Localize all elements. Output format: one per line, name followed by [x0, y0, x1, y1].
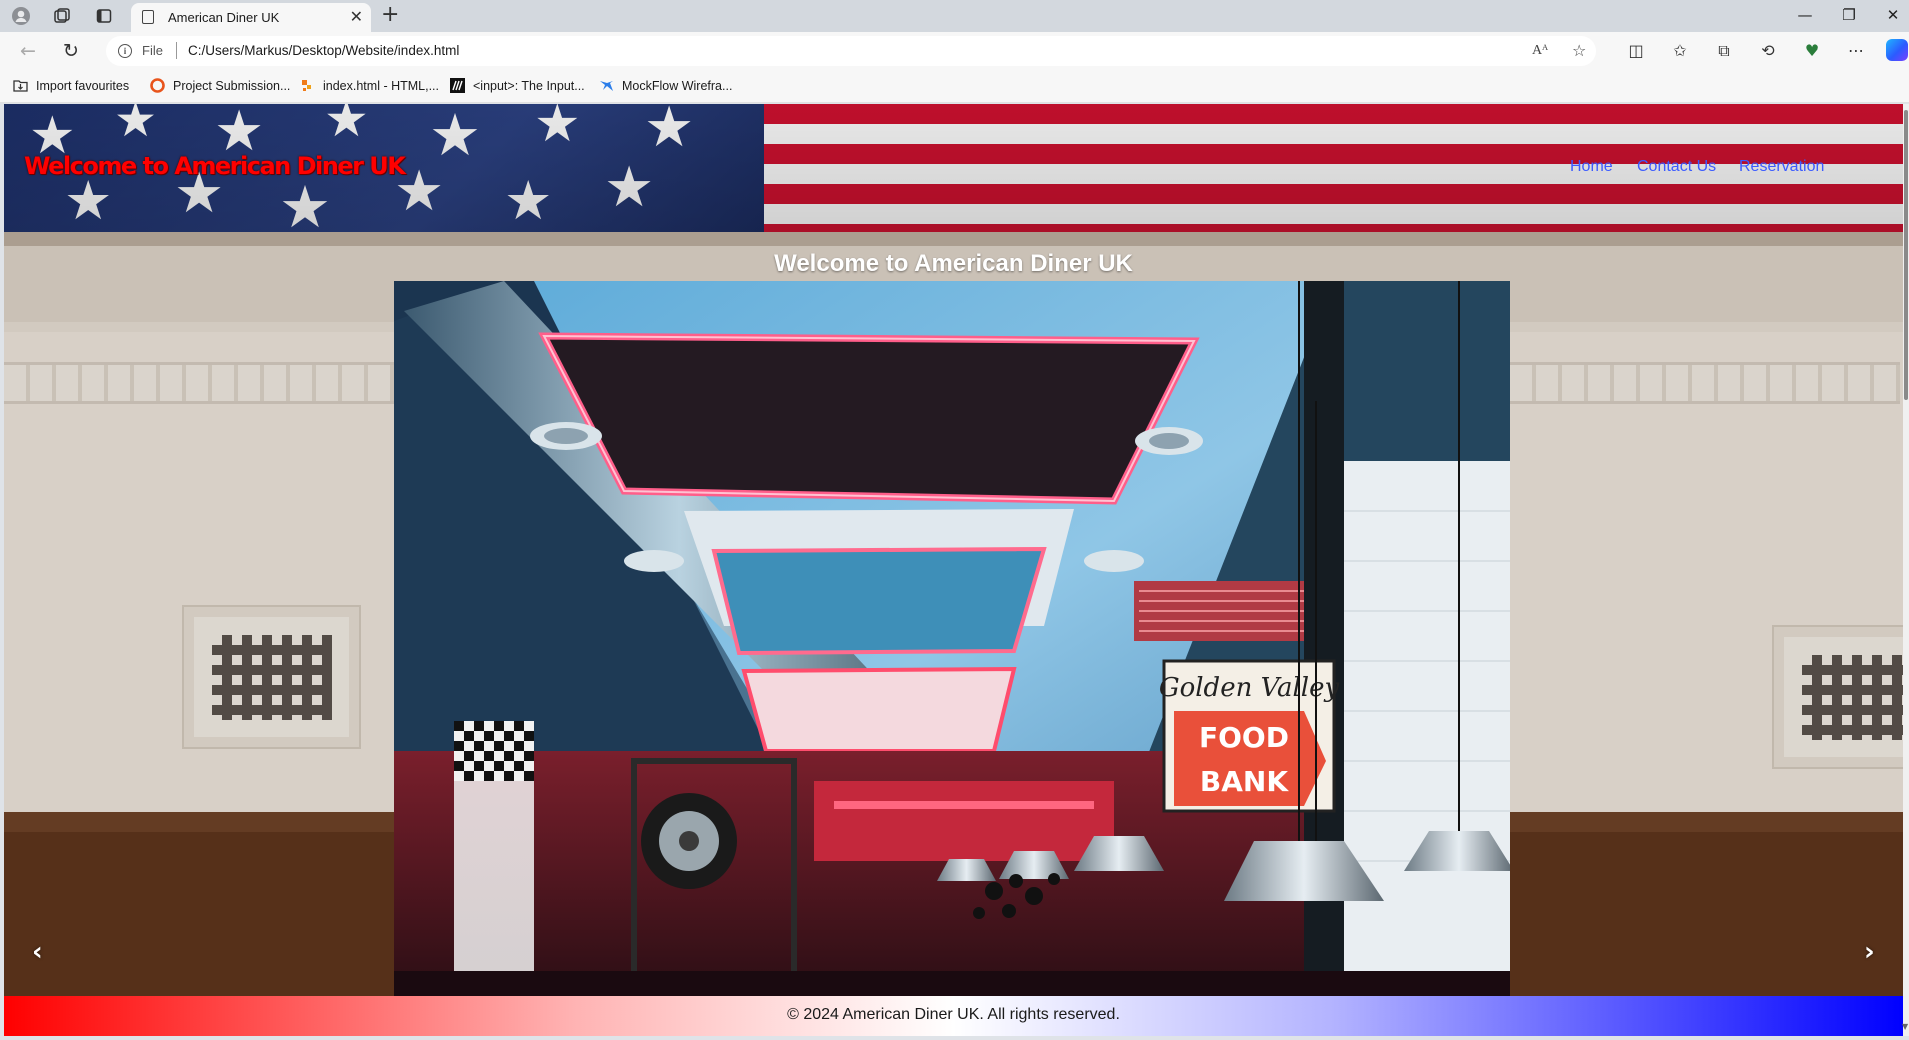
- favourite-import[interactable]: Import favourites: [13, 78, 129, 93]
- favourites-bar: Import favourites Project Submission... …: [0, 70, 1909, 103]
- import-folder-icon: [13, 80, 28, 92]
- tab-actions-icon[interactable]: [94, 6, 114, 26]
- favourite-label: index.html - HTML,...: [323, 78, 439, 93]
- site-header: ★ ★ ★ ★ ★ ★ ★ ★ ★ ★ ★ ★ ★ Welcome to Ame…: [4, 104, 1903, 232]
- address-bar[interactable]: i File C:/Users/Markus/Desktop/Website/i…: [106, 36, 1596, 66]
- site-title: Welcome to American Diner UK: [24, 152, 406, 180]
- profile-icon[interactable]: [11, 6, 31, 26]
- sign-line-1: Golden Valley: [1159, 673, 1340, 703]
- favourite-label: <input>: The Input...: [473, 78, 585, 93]
- tab-title: American Diner UK: [168, 10, 280, 25]
- favourite-mockflow[interactable]: MockFlow Wirefra...: [599, 78, 732, 93]
- tab-strip: American Diner UK ✕ + — ❐ ✕: [0, 0, 1909, 32]
- checkered-pillar: [454, 721, 534, 996]
- tab-active[interactable]: American Diner UK ✕: [131, 3, 371, 32]
- scroll-down-icon[interactable]: ▼: [1902, 1022, 1908, 1031]
- read-aloud-icon[interactable]: Aᴬ: [1532, 41, 1548, 61]
- favourite-mdn-input[interactable]: <input>: The Input...: [450, 78, 585, 93]
- new-tab-icon[interactable]: +: [381, 3, 399, 27]
- favourite-label: Project Submission...: [173, 78, 291, 93]
- info-icon[interactable]: i: [118, 44, 132, 58]
- history-icon[interactable]: ⟲: [1757, 41, 1779, 61]
- favorites-icon[interactable]: ✩: [1669, 41, 1691, 61]
- sign-line-3: BANK: [1200, 765, 1289, 798]
- url-scheme: File: [142, 43, 163, 58]
- page-viewport: ★ ★ ★ ★ ★ ★ ★ ★ ★ ★ ★ ★ ★ Welcome to Ame…: [4, 104, 1903, 1036]
- close-window-icon[interactable]: ✕: [1882, 4, 1904, 26]
- minimize-icon[interactable]: —: [1794, 4, 1816, 26]
- collections-icon[interactable]: ⧉: [1713, 41, 1735, 61]
- favourite-index-html[interactable]: index.html - HTML,...: [300, 78, 439, 93]
- workspaces-icon[interactable]: [52, 6, 72, 26]
- refresh-icon[interactable]: ↻: [60, 41, 82, 61]
- favourite-label: Import favourites: [36, 78, 130, 93]
- close-tab-icon[interactable]: ✕: [350, 7, 363, 27]
- sign-line-2: FOOD: [1199, 721, 1289, 754]
- hero-section: Welcome to American Diner UK Golden Vall…: [4, 232, 1903, 996]
- nav-contact-us[interactable]: Contact Us: [1637, 158, 1716, 176]
- scrollbar-thumb[interactable]: [1904, 110, 1908, 400]
- page-icon: [142, 10, 154, 24]
- carousel-slide-image: Golden Valley FOOD BANK: [394, 281, 1510, 996]
- mockflow-icon: [600, 81, 613, 91]
- favourite-label: MockFlow Wirefra...: [622, 78, 733, 93]
- hero-heading: Welcome to American Diner UK: [774, 250, 1133, 277]
- nav-home[interactable]: Home: [1570, 158, 1613, 176]
- url-divider: [176, 42, 177, 59]
- browser-essentials-icon[interactable]: ♥: [1801, 41, 1823, 61]
- mdn-icon: [450, 78, 465, 93]
- carousel-prev-button[interactable]: ‹: [32, 937, 43, 967]
- orange-ring-icon: [150, 78, 165, 93]
- nav-reservation[interactable]: Reservation: [1739, 158, 1824, 176]
- back-icon[interactable]: ←: [17, 41, 39, 61]
- toolbar: ← ↻ i File C:/Users/Markus/Desktop/Websi…: [0, 32, 1909, 70]
- site-footer: © 2024 American Diner UK. All rights res…: [4, 996, 1903, 1036]
- url-input[interactable]: C:/Users/Markus/Desktop/Website/index.ht…: [188, 43, 459, 58]
- restore-icon[interactable]: ❐: [1838, 4, 1860, 26]
- carousel-next-button[interactable]: ›: [1864, 937, 1875, 967]
- split-screen-icon[interactable]: ◫: [1625, 41, 1647, 61]
- favorite-star-icon[interactable]: ☆: [1572, 41, 1586, 61]
- orange-code-icon: [302, 80, 311, 91]
- golden-valley-sign: Golden Valley FOOD BANK: [1159, 659, 1340, 813]
- more-menu-icon[interactable]: ⋯: [1845, 41, 1867, 61]
- footer-copyright: © 2024 American Diner UK. All rights res…: [787, 1006, 1120, 1023]
- favourite-project-submission[interactable]: Project Submission...: [150, 78, 290, 93]
- copilot-icon[interactable]: [1886, 39, 1908, 61]
